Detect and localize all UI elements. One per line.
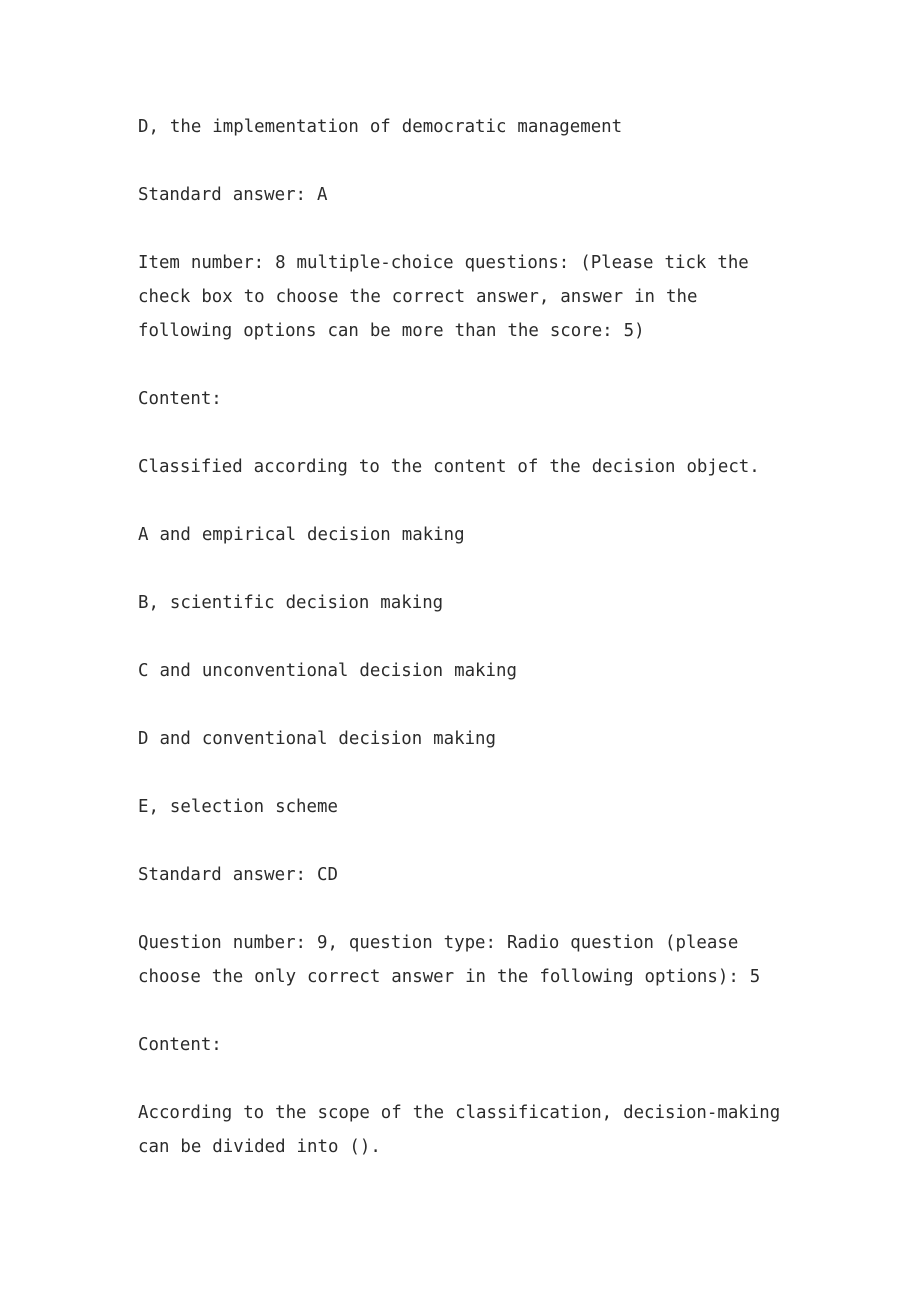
paragraph-q8-option-a: A and empirical decision making bbox=[138, 525, 465, 545]
paragraph-q8-option-d: D and conventional decision making bbox=[138, 729, 496, 749]
paragraph-standard-answer-a: Standard answer: A bbox=[138, 185, 328, 205]
paragraph-question-8-stem: Classified according to the content of t… bbox=[138, 457, 760, 477]
paragraph-option-d-previous-question: D, the implementation of democratic mana… bbox=[138, 117, 623, 137]
paragraph-question-number-9-header: Question number: 9, question type: Radio… bbox=[138, 933, 761, 987]
paragraph-q8-option-c: C and unconventional decision making bbox=[138, 661, 517, 681]
paragraph-q8-option-e: E, selection scheme bbox=[138, 797, 338, 817]
document-page: D, the implementation of democratic mana… bbox=[0, 0, 920, 1302]
paragraph-content-label-q9: Content: bbox=[138, 1035, 222, 1055]
paragraph-content-label-q8: Content: bbox=[138, 389, 222, 409]
paragraph-item-number-8-header: Item number: 8 multiple-choice questions… bbox=[138, 253, 760, 341]
document-text-column: D, the implementation of democratic mana… bbox=[138, 110, 790, 1164]
paragraph-standard-answer-cd: Standard answer: CD bbox=[138, 865, 338, 885]
paragraph-q8-option-b: B, scientific decision making bbox=[138, 593, 444, 613]
paragraph-question-9-stem: According to the scope of the classifica… bbox=[138, 1103, 792, 1157]
